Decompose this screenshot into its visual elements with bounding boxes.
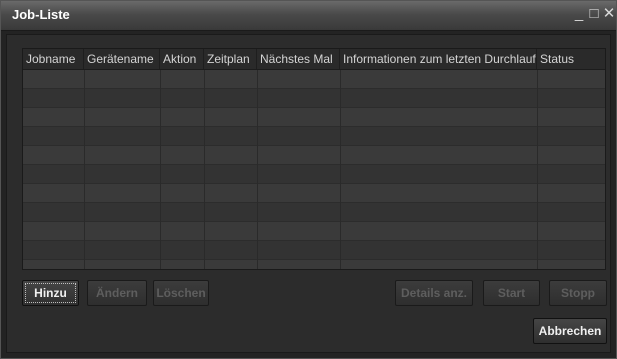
job-table[interactable]: Jobname Gerätename Aktion Zeitplan Nächs…: [22, 48, 606, 270]
column-header-schedule[interactable]: Zeitplan: [204, 49, 257, 69]
column-header-action[interactable]: Aktion: [160, 49, 204, 69]
table-row[interactable]: [23, 70, 605, 89]
table-row[interactable]: [23, 222, 605, 241]
column-header-next-time[interactable]: Nächstes Mal: [257, 49, 340, 69]
table-header: Jobname Gerätename Aktion Zeitplan Nächs…: [23, 49, 605, 70]
column-divider: [204, 70, 205, 269]
table-body: [23, 70, 605, 269]
maximize-icon[interactable]: □: [587, 6, 601, 22]
column-divider: [537, 70, 538, 269]
details-button[interactable]: Details anz.: [395, 280, 473, 306]
table-row[interactable]: [23, 108, 605, 127]
column-header-status[interactable]: Status: [537, 49, 605, 69]
edit-button[interactable]: Ändern: [87, 280, 147, 306]
table-row[interactable]: [23, 184, 605, 203]
title-bar[interactable]: Job-Liste _ □ ✕: [1, 1, 616, 31]
table-row[interactable]: [23, 146, 605, 165]
stop-button[interactable]: Stopp: [549, 280, 607, 306]
column-header-device-name[interactable]: Gerätename: [84, 49, 160, 69]
content-panel: Jobname Gerätename Aktion Zeitplan Nächs…: [6, 34, 611, 353]
column-divider: [84, 70, 85, 269]
column-divider: [340, 70, 341, 269]
close-icon[interactable]: ✕: [602, 6, 616, 22]
table-row[interactable]: [23, 127, 605, 146]
table-row[interactable]: [23, 241, 605, 260]
delete-button[interactable]: Löschen: [153, 280, 209, 306]
window-title: Job-Liste: [12, 7, 70, 22]
column-divider: [160, 70, 161, 269]
job-list-window: Job-Liste _ □ ✕ Jobname Gerätename Aktio…: [0, 0, 617, 359]
column-header-last-run-info[interactable]: Informationen zum letzten Durchlauf: [340, 49, 537, 69]
add-button[interactable]: Hinzu: [22, 280, 79, 306]
cancel-button[interactable]: Abbrechen: [533, 318, 607, 344]
column-header-jobname[interactable]: Jobname: [23, 49, 84, 69]
minimize-icon[interactable]: _: [572, 6, 586, 22]
table-row[interactable]: [23, 203, 605, 222]
start-button[interactable]: Start: [483, 280, 540, 306]
table-row[interactable]: [23, 260, 605, 269]
column-divider: [257, 70, 258, 269]
table-row[interactable]: [23, 165, 605, 184]
table-row[interactable]: [23, 89, 605, 108]
